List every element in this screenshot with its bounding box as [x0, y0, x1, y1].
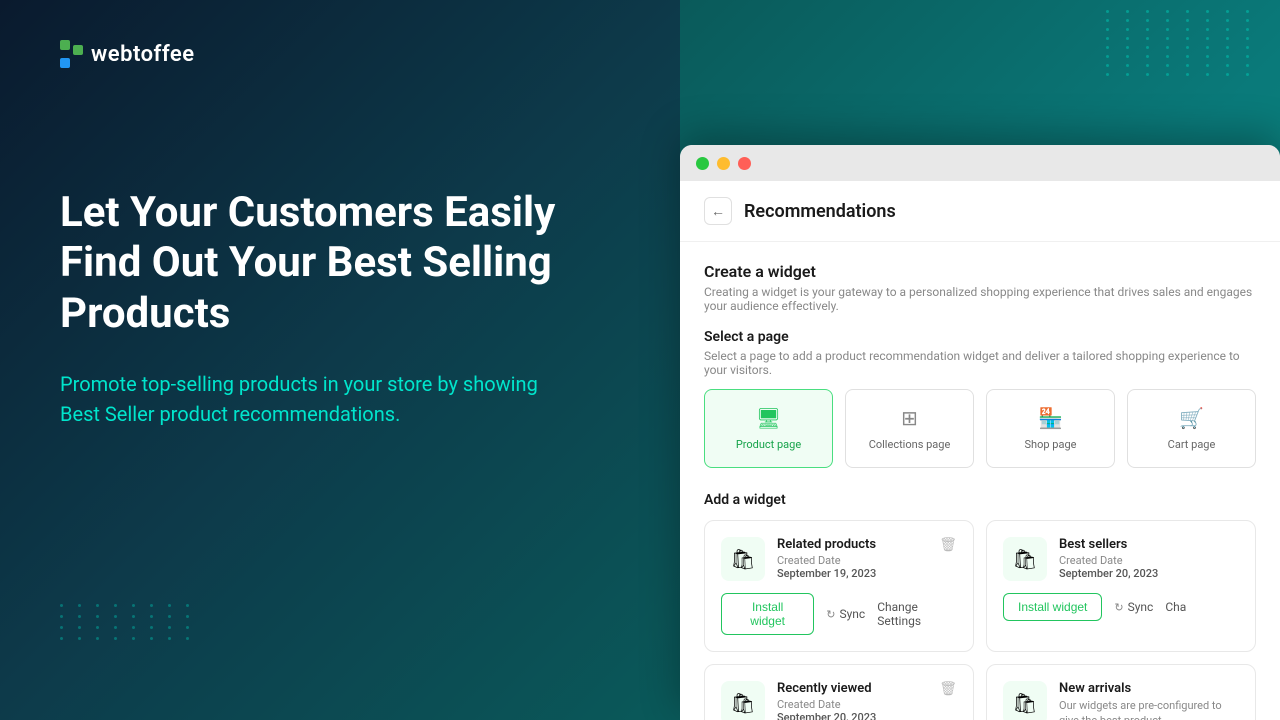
app-body: Create a widget Creating a widget is you…: [680, 242, 1280, 720]
bestsellers-icon: 🛍: [1012, 547, 1037, 571]
browser-window: ← Recommendations Create a widget Creati…: [680, 145, 1280, 720]
widget-card-recently-left: 🛍 Recently viewed Created Date September…: [721, 681, 876, 720]
widget-card-related-left: 🛍 Related products Created Date Septembe…: [721, 537, 876, 581]
add-widget-title: Add a widget: [704, 492, 1256, 508]
widget-date-val-recently: September 20, 2023: [777, 711, 876, 720]
dot-pattern-bottom-left: [60, 604, 196, 640]
maximize-button[interactable]: [696, 157, 709, 170]
page-card-product-label: Product page: [736, 438, 801, 451]
sync-label-bestsellers: Sync: [1128, 600, 1154, 614]
widget-name-related: Related products: [777, 537, 876, 552]
widget-card-newarrivals: 🛍 New arrivals Our widgets are pre-confi…: [986, 664, 1256, 720]
back-button[interactable]: ←: [704, 197, 732, 225]
widget-name-newarrivals: New arrivals: [1059, 681, 1239, 696]
install-widget-button-related[interactable]: Install widget: [721, 593, 814, 635]
settings-link-bestsellers[interactable]: Cha: [1165, 600, 1186, 614]
sync-link-related[interactable]: ↻ Sync: [826, 607, 865, 621]
logo-icon: [60, 40, 83, 68]
brand-name: webtoffee: [91, 42, 195, 67]
widget-date-label-bestsellers: Created Date: [1059, 554, 1158, 567]
select-page-label: Select a page: [704, 329, 1256, 345]
create-widget-title: Create a widget: [704, 262, 1256, 281]
widget-card-bestsellers-actions: Install widget ↻ Sync Cha: [1003, 593, 1239, 621]
page-card-collections[interactable]: ⊞ Collections page: [845, 389, 974, 468]
widget-info-bestsellers: Best sellers Created Date September 20, …: [1059, 537, 1158, 580]
widget-card-bestsellers: 🛍 Best sellers Created Date September 20…: [986, 520, 1256, 652]
browser-titlebar: [680, 145, 1280, 181]
widget-icon-wrap-bestsellers: 🛍: [1003, 537, 1047, 581]
close-button[interactable]: [738, 157, 751, 170]
create-widget-desc: Creating a widget is your gateway to a p…: [704, 285, 1256, 313]
widget-info-recently: Recently viewed Created Date September 2…: [777, 681, 876, 720]
left-panel: webtoffee Let Your Customers Easily Find…: [0, 0, 680, 720]
page-card-cart[interactable]: 🛒 Cart page: [1127, 389, 1256, 468]
product-page-icon: 🖥: [756, 406, 781, 430]
related-products-icon: 🛍: [730, 547, 755, 571]
new-arrivals-icon: 🛍: [1012, 691, 1037, 715]
widget-card-recently-header: 🛍 Recently viewed Created Date September…: [721, 681, 957, 720]
logo: webtoffee: [60, 40, 620, 68]
settings-link-related[interactable]: Change Settings: [877, 600, 957, 628]
hero-title: Let Your Customers Easily Find Out Your …: [60, 188, 580, 339]
widget-card-bestsellers-left: 🛍 Best sellers Created Date September 20…: [1003, 537, 1158, 581]
widget-card-related: 🛍 Related products Created Date Septembe…: [704, 520, 974, 652]
widget-card-newarrivals-left: 🛍 New arrivals Our widgets are pre-confi…: [1003, 681, 1239, 720]
right-panel: ← Recommendations Create a widget Creati…: [680, 0, 1280, 720]
sync-link-bestsellers[interactable]: ↻ Sync: [1114, 600, 1153, 614]
dot-pattern-top-right: [1106, 10, 1260, 76]
page-card-shop[interactable]: 🏪 Shop page: [986, 389, 1115, 468]
widget-date-label-related: Created Date: [777, 554, 876, 567]
install-widget-button-bestsellers[interactable]: Install widget: [1003, 593, 1102, 621]
widget-icon-wrap-related: 🛍: [721, 537, 765, 581]
widget-card-related-actions: Install widget ↻ Sync Change Settings: [721, 593, 957, 635]
page-card-product[interactable]: 🖥 Product page: [704, 389, 833, 468]
sync-icon-bestsellers: ↻: [1114, 601, 1123, 614]
shop-page-icon: 🏪: [1038, 406, 1063, 430]
widget-date-label-recently: Created Date: [777, 698, 876, 711]
page-card-shop-label: Shop page: [1025, 438, 1077, 451]
delete-icon-recently[interactable]: 🗑: [939, 681, 957, 697]
widget-icon-wrap-recently: 🛍: [721, 681, 765, 720]
widget-name-recently: Recently viewed: [777, 681, 876, 696]
widget-card-bestsellers-header: 🛍 Best sellers Created Date September 20…: [1003, 537, 1239, 581]
widget-name-bestsellers: Best sellers: [1059, 537, 1158, 552]
hero-subtitle: Promote top-selling products in your sto…: [60, 369, 540, 429]
sync-label-related: Sync: [840, 607, 866, 621]
back-icon: ←: [711, 203, 725, 219]
widget-card-newarrivals-header: 🛍 New arrivals Our widgets are pre-confi…: [1003, 681, 1239, 720]
app-title: Recommendations: [744, 201, 896, 222]
app-content: ← Recommendations Create a widget Creati…: [680, 181, 1280, 720]
page-card-collections-label: Collections page: [869, 438, 951, 451]
collections-page-icon: ⊞: [901, 406, 918, 430]
delete-icon-related[interactable]: 🗑: [939, 537, 957, 553]
widget-grid: 🛍 Related products Created Date Septembe…: [704, 520, 1256, 720]
sync-icon-related: ↻: [826, 608, 835, 621]
page-card-cart-label: Cart page: [1168, 438, 1216, 451]
app-header: ← Recommendations: [680, 181, 1280, 242]
cart-page-icon: 🛒: [1179, 406, 1204, 430]
widget-date-val-related: September 19, 2023: [777, 567, 876, 580]
widget-card-related-header: 🛍 Related products Created Date Septembe…: [721, 537, 957, 581]
widget-icon-wrap-newarrivals: 🛍: [1003, 681, 1047, 720]
widget-info-related: Related products Created Date September …: [777, 537, 876, 580]
widget-info-newarrivals: New arrivals Our widgets are pre-configu…: [1059, 681, 1239, 720]
page-cards: 🖥 Product page ⊞ Collections page 🏪 Shop…: [704, 389, 1256, 468]
minimize-button[interactable]: [717, 157, 730, 170]
recently-viewed-icon: 🛍: [730, 691, 755, 715]
widget-card-recently: 🛍 Recently viewed Created Date September…: [704, 664, 974, 720]
widget-desc-newarrivals: Our widgets are pre-configured to give t…: [1059, 698, 1239, 720]
widget-date-val-bestsellers: September 20, 2023: [1059, 567, 1158, 580]
select-page-desc: Select a page to add a product recommend…: [704, 349, 1256, 377]
